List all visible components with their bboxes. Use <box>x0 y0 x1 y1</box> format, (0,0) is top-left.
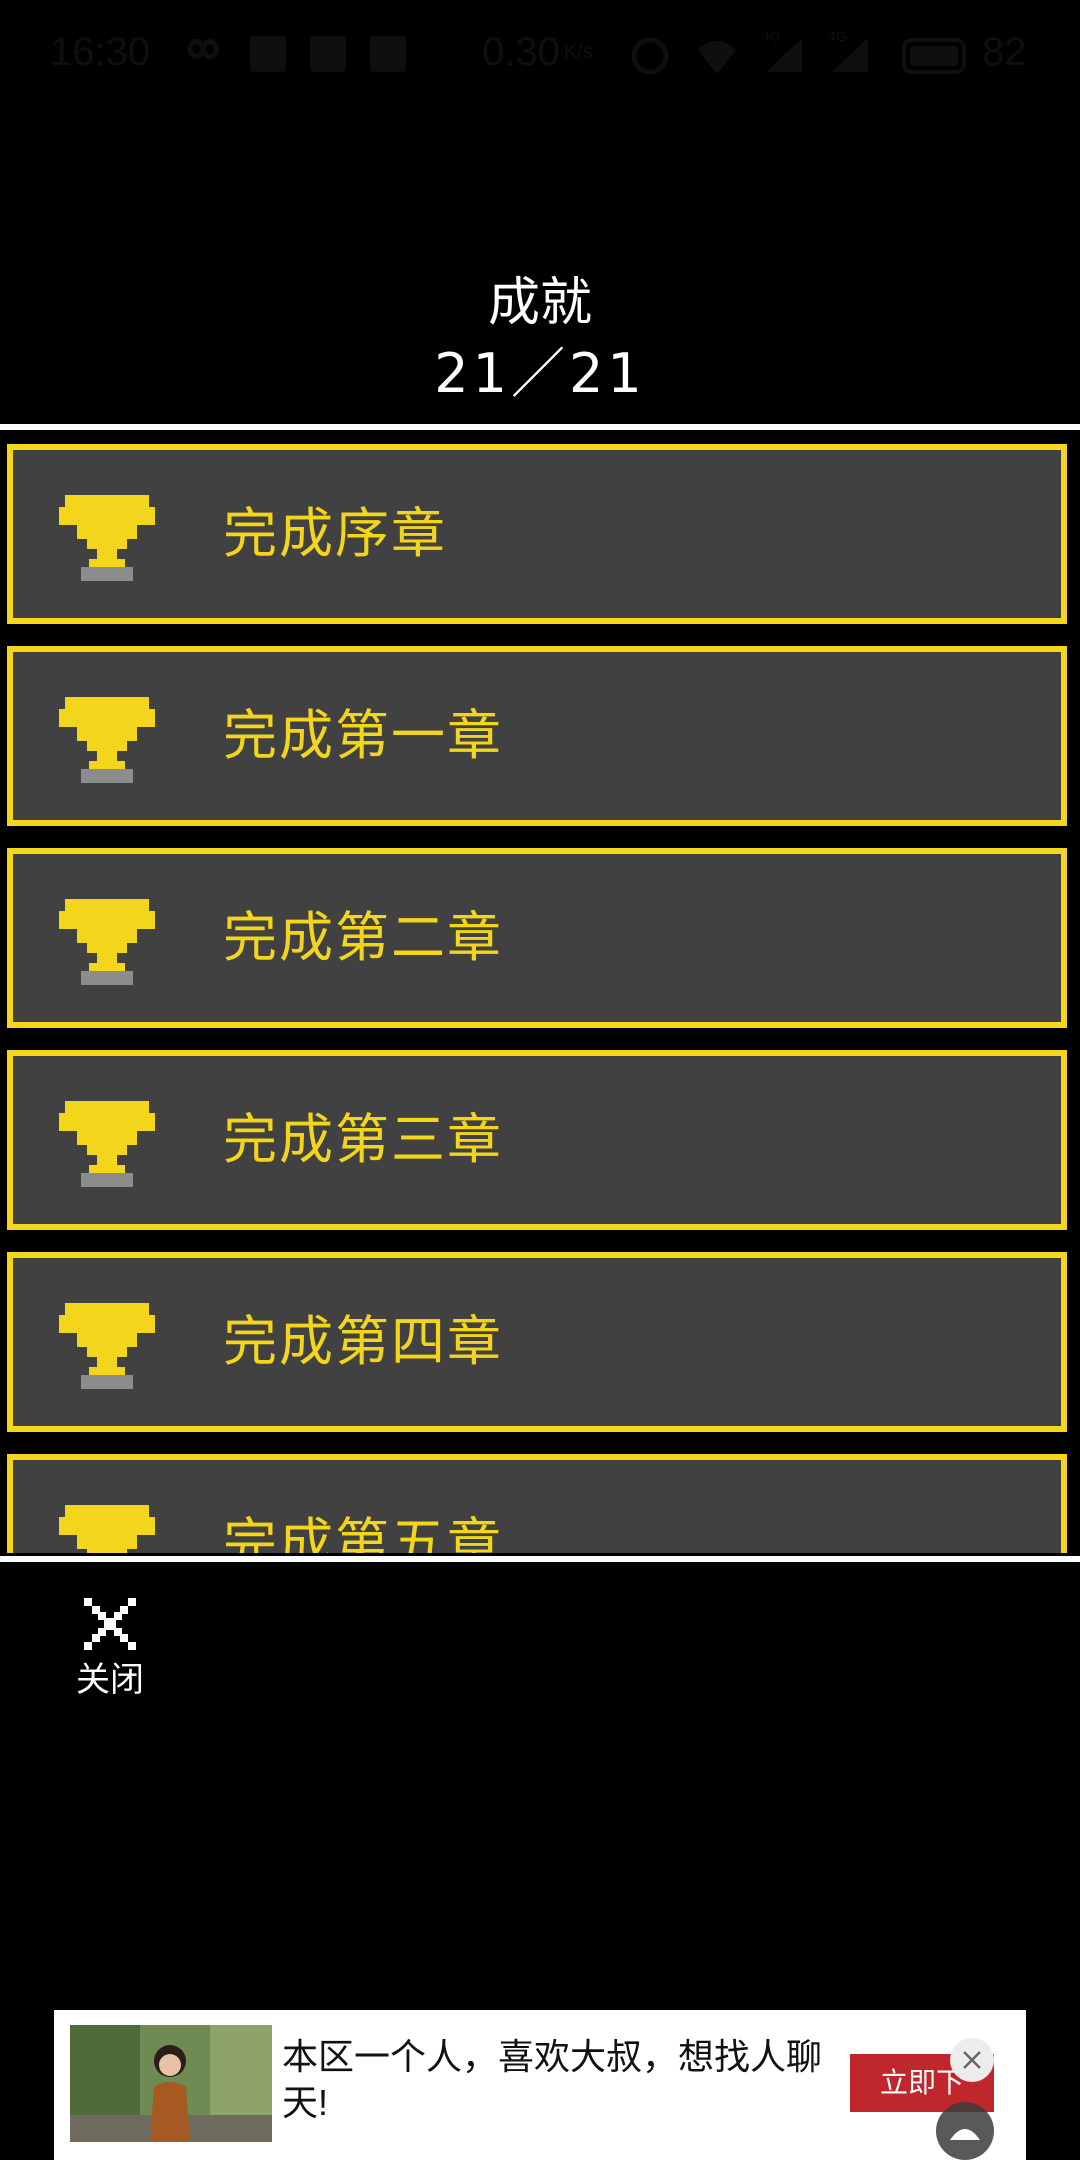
app-root: 16:30 0.30 K/s 4G 4G 82 成就 21／21 完成序章 完成… <box>0 0 1080 2160</box>
achievement-item[interactable]: 完成第一章 <box>7 646 1067 826</box>
close-button[interactable]: 关闭 <box>62 1598 158 1718</box>
top-divider <box>0 424 1080 430</box>
achievement-item[interactable]: 完成第二章 <box>7 848 1067 1028</box>
ad-logo-icon <box>936 2102 994 2160</box>
network-type-1: 4G <box>762 28 781 44</box>
achievement-label: 完成第一章 <box>223 704 503 767</box>
achievement-count: 21／21 <box>434 342 646 405</box>
achievement-label: 完成第二章 <box>223 906 503 969</box>
trophy-icon <box>59 899 155 989</box>
signal-icon-1: 4G <box>762 28 806 74</box>
achievement-label: 完成第三章 <box>223 1108 503 1171</box>
trophy-icon <box>59 495 155 585</box>
weibo-icon <box>310 36 346 72</box>
mail-icon <box>370 36 406 72</box>
trophy-icon <box>59 697 155 787</box>
achievement-label: 完成序章 <box>223 502 447 565</box>
close-x-icon <box>62 1598 158 1654</box>
trophy-icon <box>59 1101 155 1191</box>
achievement-label: 完成第四章 <box>223 1310 503 1373</box>
ad-close-button[interactable] <box>950 2038 994 2082</box>
net-speed-unit: K/s <box>563 41 593 63</box>
achievements-header: 成就 21／21 <box>0 268 1080 410</box>
close-label: 关闭 <box>76 1660 144 1700</box>
battery-level: 82 <box>982 30 1027 74</box>
ad-image[interactable] <box>70 2025 272 2142</box>
achievement-item[interactable]: 完成第五章 <box>7 1454 1067 1553</box>
net-speed: 0.30 K/s <box>482 30 593 75</box>
ad-banner[interactable]: 本区一个人，喜欢大叔，想找人聊天! 立即下 <box>54 2010 1026 2160</box>
achievement-item[interactable]: 完成序章 <box>7 444 1067 624</box>
achievement-list[interactable]: 完成序章 完成第一章 完成第二章 完成第三章 完成第四章 完成第五章 <box>0 437 1080 1553</box>
bottom-divider <box>0 1556 1080 1562</box>
status-time: 16:30 <box>50 30 151 74</box>
alarm-icon <box>630 36 670 76</box>
signal-icon-2: 4G <box>828 28 872 74</box>
achievement-label: 完成第五章 <box>223 1512 503 1553</box>
achievement-item[interactable]: 完成第四章 <box>7 1252 1067 1432</box>
trophy-icon <box>59 1505 155 1553</box>
close-icon <box>963 2051 981 2069</box>
network-type-2: 4G <box>828 28 847 44</box>
status-bar: 16:30 0.30 K/s 4G 4G 82 <box>0 0 1080 110</box>
trophy-icon <box>59 1303 155 1393</box>
net-speed-value: 0.30 <box>482 30 560 74</box>
wifi-icon <box>694 36 740 76</box>
page-title: 成就 <box>487 273 592 333</box>
ad-text[interactable]: 本区一个人，喜欢大叔，想找人聊天! <box>282 2034 822 2126</box>
qq-icon <box>250 36 286 72</box>
battery-icon <box>902 38 970 74</box>
achievement-item[interactable]: 完成第三章 <box>7 1050 1067 1230</box>
infinity-icon <box>176 34 230 64</box>
